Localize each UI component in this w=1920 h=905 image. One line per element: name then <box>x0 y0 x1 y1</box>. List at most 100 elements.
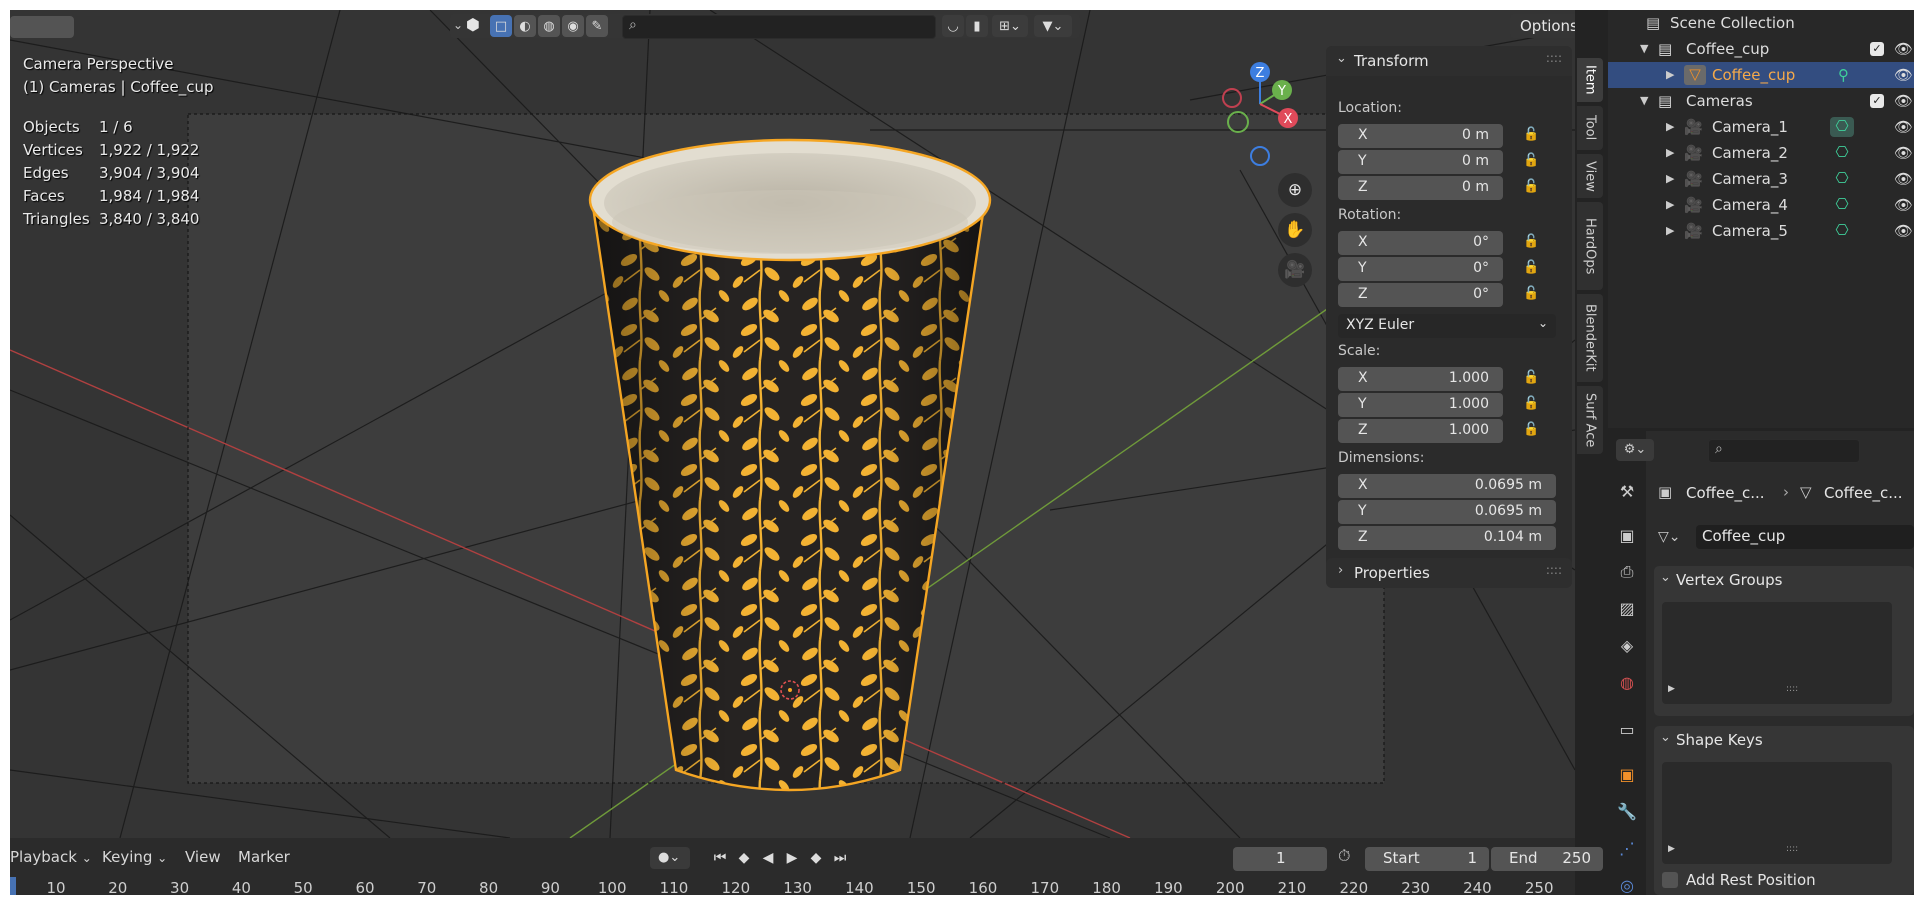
chevron-right-icon[interactable]: ▶ <box>1666 146 1674 159</box>
eye-icon[interactable]: 👁 <box>1894 170 1913 188</box>
shape-keys-title[interactable]: Shape Keys <box>1676 731 1763 749</box>
viewport-search-input[interactable]: ⌕ <box>622 15 936 39</box>
eye-icon[interactable]: 👁 <box>1894 144 1913 162</box>
resize-handle-icon[interactable]: :::: <box>1786 684 1798 694</box>
scene-collection-row[interactable]: ▤ Scene Collection <box>1608 10 1914 36</box>
add-rest-position-checkbox[interactable] <box>1662 872 1678 888</box>
exclude-checkbox[interactable]: ✓ <box>1870 94 1884 108</box>
output-icon[interactable]: ⎙ <box>1616 561 1638 583</box>
eye-icon[interactable]: 👁 <box>1894 40 1913 58</box>
rotation-x-field[interactable]: X 0° <box>1338 231 1503 255</box>
eye-icon[interactable]: 👁 <box>1894 222 1913 240</box>
chevron-right-icon[interactable]: ▶ <box>1666 198 1674 211</box>
camera-data-icon[interactable]: ⎔ <box>1830 117 1854 137</box>
collection-icon[interactable]: ▭ <box>1616 719 1638 741</box>
playhead[interactable] <box>10 877 16 895</box>
filter-icon[interactable]: ▼⌄ <box>1034 15 1072 37</box>
end-frame-field[interactable]: End 250 <box>1491 847 1603 871</box>
wireframe-shading-icon[interactable]: □ <box>490 15 512 37</box>
camera-view-icon[interactable]: 🎥 <box>1278 253 1312 287</box>
auto-keying-toggle[interactable]: ●⌄ <box>650 847 690 869</box>
eye-icon[interactable]: 👁 <box>1894 92 1913 110</box>
location-y-field[interactable]: Y0 m <box>1338 150 1503 174</box>
lock-icon[interactable]: 🔓 <box>1523 260 1543 278</box>
rotation-mode-dropdown[interactable]: XYZ Euler ⌄ <box>1338 314 1556 338</box>
timer-icon[interactable]: ⏱ <box>1338 846 1362 870</box>
render-icon[interactable]: ▣ <box>1616 525 1638 547</box>
chevron-right-icon[interactable]: ▶ <box>1666 224 1674 237</box>
chevron-down-icon[interactable]: ⌄ <box>1660 570 1671 585</box>
lock-icon[interactable]: 🔓 <box>1523 370 1543 388</box>
mesh-data-icon[interactable]: ⚲ <box>1838 66 1849 84</box>
pan-hand-icon[interactable]: ✋ <box>1278 213 1312 247</box>
chevron-right-icon[interactable]: ▶ <box>1666 120 1674 133</box>
camera-data-icon[interactable]: ⎔ <box>1830 169 1854 189</box>
lock-icon[interactable]: 🔓 <box>1523 396 1543 414</box>
rotation-z-field[interactable]: Z 0° <box>1338 283 1503 307</box>
outliner-row[interactable]: ▶ 🎥 Camera_5 ⎔ 👁 <box>1608 218 1914 244</box>
chevron-down-icon[interactable]: ⌄ <box>1660 730 1671 745</box>
properties-search-input[interactable]: ⌕ <box>1708 439 1860 463</box>
jump-start-icon[interactable]: ⏮ <box>710 847 730 869</box>
outliner[interactable]: ▤ Scene Collection ▼ ▤ Coffee_cup ✓ 👁 ▶ ▽ Coffe… <box>1608 10 1914 428</box>
lock-icon[interactable]: 🔓 <box>1523 286 1543 304</box>
eye-icon[interactable]: 👁 <box>1894 196 1913 214</box>
zoom-icon[interactable]: ⊕ <box>1278 173 1312 207</box>
mesh-type-dropdown[interactable]: ▽⌄ <box>1658 525 1694 549</box>
play-reverse-icon[interactable]: ◀ <box>758 847 778 869</box>
play-icon[interactable]: ▶ <box>1668 844 1675 854</box>
curve-icon[interactable]: ◡ <box>942 15 964 37</box>
tab-surf-ace[interactable]: Surf Ace <box>1577 386 1603 454</box>
gizmo-color-icon[interactable]: ⬢ <box>466 15 488 37</box>
lock-icon[interactable]: 🔓 <box>1523 234 1543 252</box>
options-dropdown[interactable]: Options ⌄ <box>1510 14 1575 38</box>
next-keyframe-icon[interactable]: ◆ <box>806 847 826 869</box>
camera-data-icon[interactable]: ⎔ <box>1830 143 1854 163</box>
physics-icon[interactable]: ◎ <box>1616 875 1638 895</box>
layout-icon[interactable]: ⊞⌄ <box>992 15 1028 37</box>
mesh-name-field[interactable]: Coffee_cup <box>1696 525 1914 549</box>
chevron-down-icon[interactable]: ▼ <box>1640 42 1648 55</box>
outliner-row[interactable]: ▼ ▤ Cameras ✓ 👁 <box>1608 88 1914 114</box>
navigation-gizmo[interactable]: Z Y X <box>1200 60 1320 170</box>
chevron-right-icon[interactable]: ▶ <box>1666 68 1674 81</box>
lock-icon[interactable]: 🔓 <box>1523 179 1543 197</box>
shape-keys-list[interactable]: ▶ :::: <box>1662 762 1892 864</box>
chevron-right-icon[interactable]: ▶ <box>1666 172 1674 185</box>
chevron-down-icon[interactable]: ▼ <box>1640 94 1648 107</box>
outliner-row[interactable]: ▶ 🎥 Camera_1 ⎔ 👁 <box>1608 114 1914 140</box>
bookmark-icon[interactable]: ▮ <box>966 15 988 37</box>
camera-data-icon[interactable]: ⎔ <box>1830 221 1854 241</box>
tool-icon[interactable]: ⚒ <box>1616 481 1638 503</box>
properties-panel-header[interactable]: › Properties :::: <box>1326 558 1572 588</box>
dimensions-z-field[interactable]: Z 0.104 m <box>1338 526 1556 550</box>
scale-y-field[interactable]: Y 1.000 <box>1338 393 1503 417</box>
rotation-y-field[interactable]: Y 0° <box>1338 257 1503 281</box>
paint-icon[interactable]: ✎ <box>586 15 608 37</box>
marker-menu[interactable]: Marker <box>238 848 290 866</box>
editor-type-icon[interactable] <box>10 16 74 38</box>
editor-type-dropdown[interactable]: ⚙⌄ <box>1616 439 1654 461</box>
outliner-row[interactable]: ▶ 🎥 Camera_4 ⎔ 👁 <box>1608 192 1914 218</box>
outliner-row[interactable]: ▶ ▽ Coffee_cup ⚲ 👁 <box>1608 62 1914 88</box>
tab-hardops[interactable]: HardOps <box>1577 202 1603 290</box>
resize-handle-icon[interactable]: :::: <box>1786 844 1798 854</box>
location-x-field[interactable]: X0 m <box>1338 124 1503 148</box>
current-frame-field[interactable]: 1 <box>1233 847 1327 871</box>
particles-icon[interactable]: ⋰ <box>1616 838 1638 860</box>
playback-menu[interactable]: Playback ⌄ <box>10 848 92 866</box>
world-icon[interactable]: ◍ <box>1616 672 1638 694</box>
lock-icon[interactable]: 🔓 <box>1523 127 1543 145</box>
drag-handle-icon[interactable]: :::: <box>1546 563 1562 577</box>
exclude-checkbox[interactable]: ✓ <box>1870 42 1884 56</box>
dimensions-y-field[interactable]: Y 0.0695 m <box>1338 500 1556 524</box>
prev-keyframe-icon[interactable]: ◆ <box>734 847 754 869</box>
material-shading-icon[interactable]: ◍ <box>538 15 560 37</box>
outliner-row[interactable]: ▶ 🎥 Camera_2 ⎔ 👁 <box>1608 140 1914 166</box>
vertex-groups-title[interactable]: Vertex Groups <box>1676 571 1782 589</box>
drag-handle-icon[interactable]: :::: <box>1546 51 1562 65</box>
jump-end-icon[interactable]: ⏭ <box>830 847 850 869</box>
location-z-field[interactable]: Z0 m <box>1338 176 1503 200</box>
play-icon[interactable]: ▶ <box>1668 684 1675 694</box>
lock-icon[interactable]: 🔓 <box>1523 422 1543 440</box>
